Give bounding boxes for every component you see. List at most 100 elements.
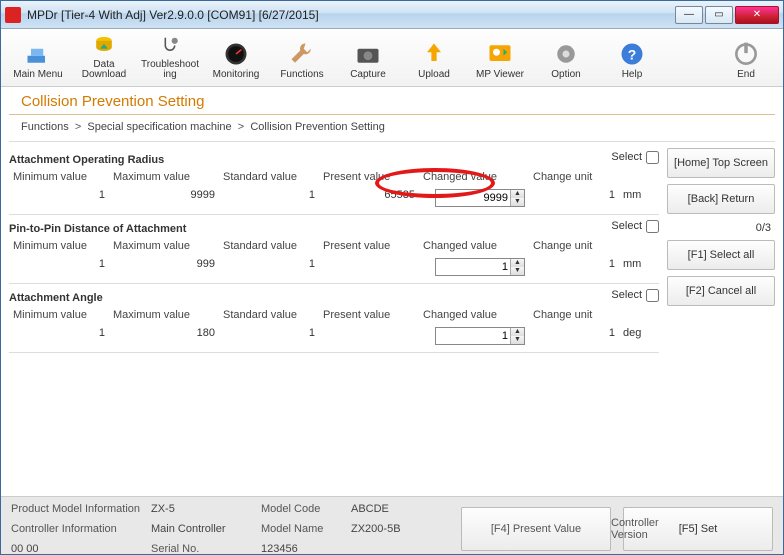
info-value: ZX-5 xyxy=(151,503,261,515)
close-button[interactable]: ✕ xyxy=(735,6,779,24)
capture-button[interactable]: Capture xyxy=(335,32,401,84)
select-checkbox[interactable] xyxy=(646,151,659,164)
cancel-all-button[interactable]: [F2] Cancel all xyxy=(667,276,775,306)
col-header: Change unit xyxy=(529,239,619,253)
breadcrumb: Functions > Special specification machin… xyxy=(9,115,775,142)
changed-value-spinner[interactable]: ▲▼ xyxy=(435,189,525,207)
section-title: Attachment Operating Radius xyxy=(9,152,164,168)
info-bar: Product Model Information ZX-5 Model Cod… xyxy=(1,496,783,554)
gear-icon xyxy=(552,40,580,68)
breadcrumb-item[interactable]: Functions xyxy=(21,121,69,133)
changed-value-input[interactable] xyxy=(436,191,510,205)
col-header: Minimum value xyxy=(9,239,109,253)
maximize-button[interactable]: ▭ xyxy=(705,6,733,24)
col-header: Minimum value xyxy=(9,308,109,322)
select-label: Select xyxy=(611,289,642,301)
side-panel: [Home] Top Screen [Back] Return 0/3 [F1]… xyxy=(667,146,775,496)
help-icon: ? xyxy=(618,40,646,68)
select-label: Select xyxy=(611,151,642,163)
change-unit-value: 1 xyxy=(529,326,619,346)
stethoscope-icon xyxy=(156,33,184,58)
info-value: 123456 xyxy=(261,543,351,555)
changed-value-input[interactable] xyxy=(436,329,510,343)
functions-button[interactable]: Functions xyxy=(269,32,335,84)
info-value: ABCDE xyxy=(351,503,441,515)
breadcrumb-item[interactable]: Special specification machine xyxy=(87,121,231,133)
select-all-button[interactable]: [F1] Select all xyxy=(667,240,775,270)
spinner-down-icon[interactable]: ▼ xyxy=(511,336,524,344)
app-window: MPDr [Tier-4 With Adj] Ver2.9.0.0 [COM91… xyxy=(0,0,784,555)
help-button[interactable]: ? Help xyxy=(599,32,665,84)
col-header: Present value xyxy=(319,239,419,253)
col-header: Changed value xyxy=(419,170,529,184)
std-value: 1 xyxy=(219,188,319,208)
col-header: Standard value xyxy=(219,308,319,322)
min-value: 1 xyxy=(9,326,109,346)
present-value xyxy=(319,257,419,277)
upload-button[interactable]: Upload xyxy=(401,32,467,84)
info-label: Model Name xyxy=(261,523,351,535)
info-label: Controller Version xyxy=(611,517,623,541)
titlebar: MPDr [Tier-4 With Adj] Ver2.9.0.0 [COM91… xyxy=(1,1,783,29)
page-title: Collision Prevention Setting xyxy=(9,87,775,115)
col-header: Maximum value xyxy=(109,170,219,184)
end-button[interactable]: End xyxy=(713,32,779,84)
changed-value-input[interactable] xyxy=(436,260,510,274)
unit-label: mm xyxy=(619,188,659,208)
col-header: Present value xyxy=(319,170,419,184)
change-unit-value: 1 xyxy=(529,257,619,277)
viewer-icon xyxy=(486,40,514,68)
unit-label: deg xyxy=(619,326,659,346)
option-button[interactable]: Option xyxy=(533,32,599,84)
select-checkbox[interactable] xyxy=(646,289,659,302)
main-panel: Attachment Operating Radius Select Minim… xyxy=(9,146,659,496)
col-header: Change unit xyxy=(529,308,619,322)
min-value: 1 xyxy=(9,188,109,208)
wrench-icon xyxy=(288,40,316,68)
max-value: 180 xyxy=(109,326,219,346)
back-button[interactable]: [Back] Return xyxy=(667,184,775,214)
mp-viewer-button[interactable]: MP Viewer xyxy=(467,32,533,84)
troubleshooting-button[interactable]: Troubleshoot ing xyxy=(137,32,203,84)
present-value xyxy=(319,326,419,346)
svg-text:?: ? xyxy=(628,46,637,62)
col-header: Changed value xyxy=(419,239,529,253)
spinner-up-icon[interactable]: ▲ xyxy=(511,259,524,267)
min-value: 1 xyxy=(9,257,109,277)
present-value-button[interactable]: [F4] Present Value xyxy=(461,507,611,551)
upload-icon xyxy=(420,40,448,68)
info-value: ZX200-5B xyxy=(351,523,441,535)
power-icon xyxy=(732,40,760,68)
unit-label: mm xyxy=(619,257,659,277)
home-button[interactable]: [Home] Top Screen xyxy=(667,148,775,178)
select-checkbox[interactable] xyxy=(646,220,659,233)
select-label: Select xyxy=(611,220,642,232)
info-value: Main Controller xyxy=(151,523,261,535)
spinner-down-icon[interactable]: ▼ xyxy=(511,198,524,206)
info-label: Controller Information xyxy=(11,523,151,535)
window-title: MPDr [Tier-4 With Adj] Ver2.9.0.0 [COM91… xyxy=(27,8,675,22)
change-unit-value: 1 xyxy=(529,188,619,208)
max-value: 9999 xyxy=(109,188,219,208)
minimize-button[interactable]: — xyxy=(675,6,703,24)
data-download-button[interactable]: Data Download xyxy=(71,32,137,84)
monitoring-button[interactable]: Monitoring xyxy=(203,32,269,84)
col-header: Change unit xyxy=(529,170,619,184)
col-header: Changed value xyxy=(419,308,529,322)
col-header: Standard value xyxy=(219,170,319,184)
col-header: Maximum value xyxy=(109,239,219,253)
spinner-up-icon[interactable]: ▲ xyxy=(511,328,524,336)
changed-value-spinner[interactable]: ▲▼ xyxy=(435,327,525,345)
main-menu-button[interactable]: Main Menu xyxy=(5,32,71,84)
download-icon xyxy=(90,33,118,58)
changed-value-spinner[interactable]: ▲▼ xyxy=(435,258,525,276)
section-title: Attachment Angle xyxy=(9,290,103,306)
std-value: 1 xyxy=(219,257,319,277)
main-menu-icon xyxy=(24,40,52,68)
spinner-down-icon[interactable]: ▼ xyxy=(511,267,524,275)
info-value: 00 00 xyxy=(11,543,151,555)
col-header: Minimum value xyxy=(9,170,109,184)
spinner-up-icon[interactable]: ▲ xyxy=(511,190,524,198)
info-label: Serial No. xyxy=(151,543,261,555)
col-header: Present value xyxy=(319,308,419,322)
